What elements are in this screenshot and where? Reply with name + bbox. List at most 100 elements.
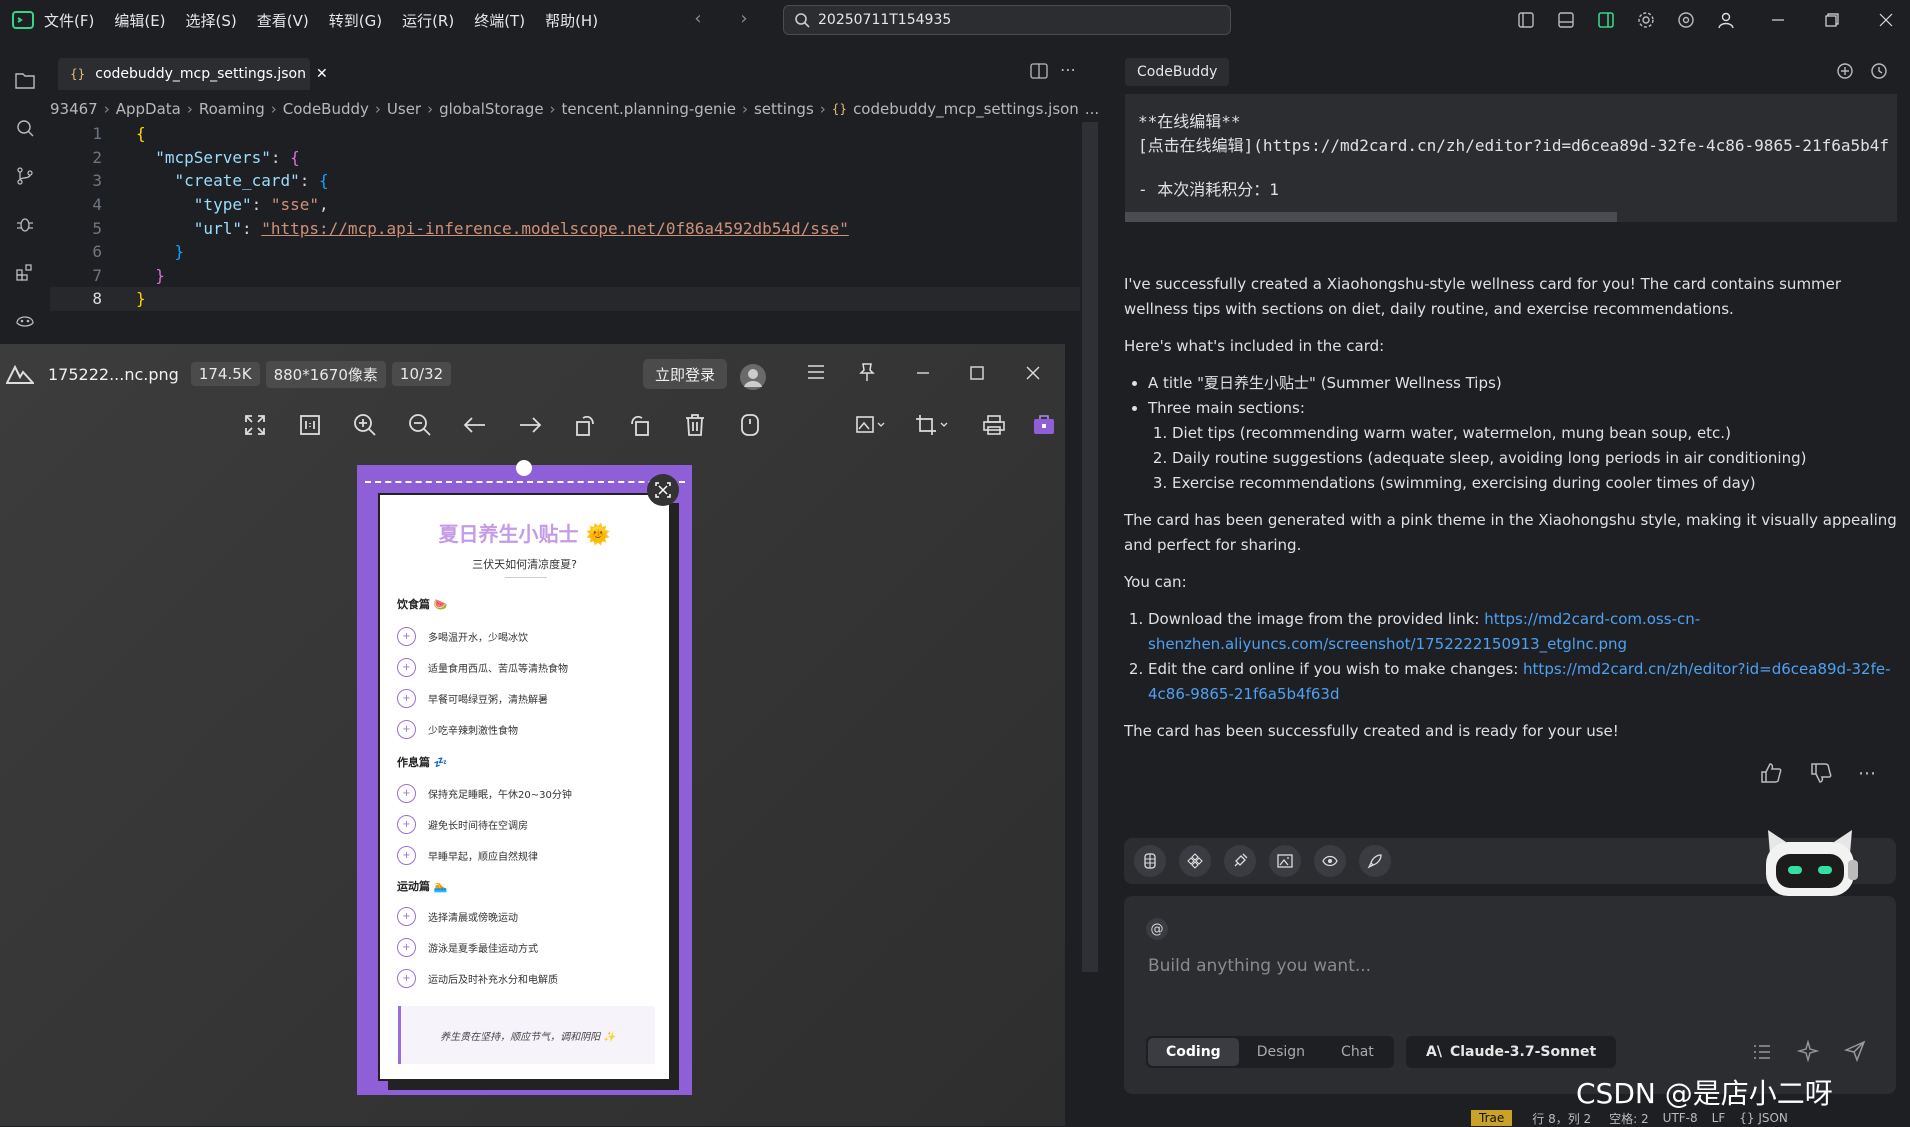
deploy-rocket-icon[interactable] [1359,845,1391,877]
zoom-in-icon[interactable] [340,400,390,450]
previous-image-icon[interactable] [450,400,500,450]
source-control-icon[interactable] [0,152,50,200]
extensions-icon[interactable] [0,248,50,296]
breadcrumb-item[interactable]: globalStorage [439,100,543,118]
toolbox-icon[interactable] [1019,400,1069,450]
model-selector[interactable]: A\ Claude-3.7-Sonnet [1406,1036,1617,1068]
codebuddy-icon[interactable] [0,296,50,344]
breadcrumb-item[interactable]: Roaming [199,100,265,118]
edit-image-icon[interactable] [845,400,895,450]
forward-arrow-icon[interactable]: › [730,8,758,29]
title-actions [1506,0,1906,40]
menu-edit[interactable]: 编辑(E) [114,10,165,31]
viewer-minimize-icon[interactable] [916,366,930,380]
debug-icon[interactable] [0,200,50,248]
menu-run[interactable]: 运行(R) [402,10,454,31]
enhance-prompt-icon[interactable] [1797,1040,1819,1062]
print-icon[interactable] [969,400,1019,450]
menu-help[interactable]: 帮助(H) [545,10,598,31]
status-encoding[interactable]: UTF-8 [1663,1111,1698,1125]
hamburger-menu-icon[interactable] [807,364,825,380]
thumbs-down-icon[interactable] [1810,762,1832,784]
toggle-sidebar-icon[interactable] [1506,0,1546,40]
status-cursor-position[interactable]: 行 8，列 2 [1532,1110,1591,1127]
json-key: "mcpServers" [155,147,271,167]
split-editor-icon[interactable] [1030,62,1048,80]
thumbs-up-icon[interactable] [1760,762,1782,784]
code-block-scrollbar[interactable] [1125,212,1617,222]
toggle-panel-icon[interactable] [1546,0,1586,40]
send-icon[interactable] [1844,1040,1866,1062]
account-icon[interactable] [1706,0,1746,40]
plugin-icon[interactable] [1224,845,1256,877]
rotate-left-icon[interactable] [560,400,610,450]
search-view-icon[interactable] [0,104,50,152]
menu-file[interactable]: 文件(F) [44,10,94,31]
ocr-scan-icon[interactable] [647,474,679,506]
tab-codebuddy-mcp-settings[interactable]: {} codebuddy_mcp_settings.json ✕ [58,58,328,90]
menu-view[interactable]: 查看(V) [257,10,309,31]
restore-icon[interactable] [1812,0,1852,40]
breadcrumb-item[interactable]: AppData [116,100,181,118]
menu-select[interactable]: 选择(S) [186,10,237,31]
back-arrow-icon[interactable]: ‹ [684,8,712,29]
explorer-icon[interactable] [0,56,50,104]
toggle-secondary-sidebar-icon[interactable] [1586,0,1626,40]
breadcrumb-item[interactable]: settings [754,100,814,118]
mode-chat[interactable]: Chat [1323,1038,1392,1066]
history-icon[interactable] [1870,62,1888,80]
task-list-icon[interactable] [1752,1042,1772,1062]
zoom-out-icon[interactable] [395,400,445,450]
next-image-icon[interactable] [505,400,555,450]
breadcrumb-item[interactable]: CodeBuddy [283,100,369,118]
gear-icon[interactable] [1626,0,1666,40]
status-indent[interactable]: 空格: 2 [1609,1110,1649,1127]
more-options-icon[interactable]: ⋯ [1858,763,1876,784]
scroll-mode-icon[interactable] [725,400,775,450]
more-actions-icon[interactable]: ⋯ [1060,60,1076,79]
chat-input[interactable]: Build anything you want... [1148,956,1848,976]
mention-button[interactable]: @ [1146,918,1168,940]
preview-eye-icon[interactable] [1314,845,1346,877]
menu-terminal[interactable]: 终端(T) [474,10,525,31]
breadcrumb-item[interactable]: 93467 [50,100,98,118]
list-item: + 早餐可喝绿豆粥，清热解暑 [397,683,657,714]
tab-codebuddy[interactable]: CodeBuddy [1125,58,1230,86]
item-text: 游泳是夏季最佳运动方式 [428,944,538,955]
fullscreen-icon[interactable] [230,400,280,450]
delete-icon[interactable] [670,400,720,450]
rotate-right-icon[interactable] [615,400,665,450]
close-tab-icon[interactable]: ✕ [316,66,328,82]
command-search-input[interactable]: 20250711T154935 [783,5,1231,35]
breadcrumb-item[interactable]: ... [1085,100,1099,118]
status-eol[interactable]: LF [1712,1111,1726,1125]
menu-goto[interactable]: 转到(G) [329,10,382,31]
crop-icon[interactable] [907,400,957,450]
list-item: + 运动后及时补充水分和电解质 [397,963,657,994]
actual-size-icon[interactable] [285,400,335,450]
image-upload-icon[interactable] [1269,845,1301,877]
mode-design[interactable]: Design [1239,1038,1323,1066]
new-chat-icon[interactable] [1836,62,1854,80]
viewer-close-icon[interactable] [1026,366,1040,380]
breadcrumb-item[interactable]: User [387,100,421,118]
json-url-value[interactable]: "https://mcp.api-inference.modelscope.ne… [261,219,849,238]
login-button[interactable]: 立即登录 [643,359,728,389]
status-trae[interactable]: Trae [1471,1110,1513,1126]
figma-icon[interactable] [1134,845,1166,877]
browser-icon[interactable] [1666,0,1706,40]
status-language[interactable]: {} JSON [1739,1111,1788,1125]
components-icon[interactable] [1179,845,1211,877]
assistant-message: I've successfully created a Xiaohongshu-… [1124,272,1900,756]
code-editor[interactable]: 1{ 2 "mcpServers": { 3 "create_card": { … [50,122,1080,311]
avatar[interactable] [740,364,766,390]
breadcrumb-item[interactable]: codebuddy_mcp_settings.json [853,100,1079,118]
editor-scrollbar[interactable] [1082,122,1098,972]
mode-coding[interactable]: Coding [1148,1038,1239,1066]
close-window-icon[interactable] [1866,0,1906,40]
breadcrumb-item[interactable]: tencent.planning-genie [562,100,736,118]
card-section-title: 运动篇 🏊 [397,880,448,893]
pin-icon[interactable] [858,362,876,382]
minimize-icon[interactable] [1758,0,1798,40]
viewer-maximize-icon[interactable] [970,366,984,380]
